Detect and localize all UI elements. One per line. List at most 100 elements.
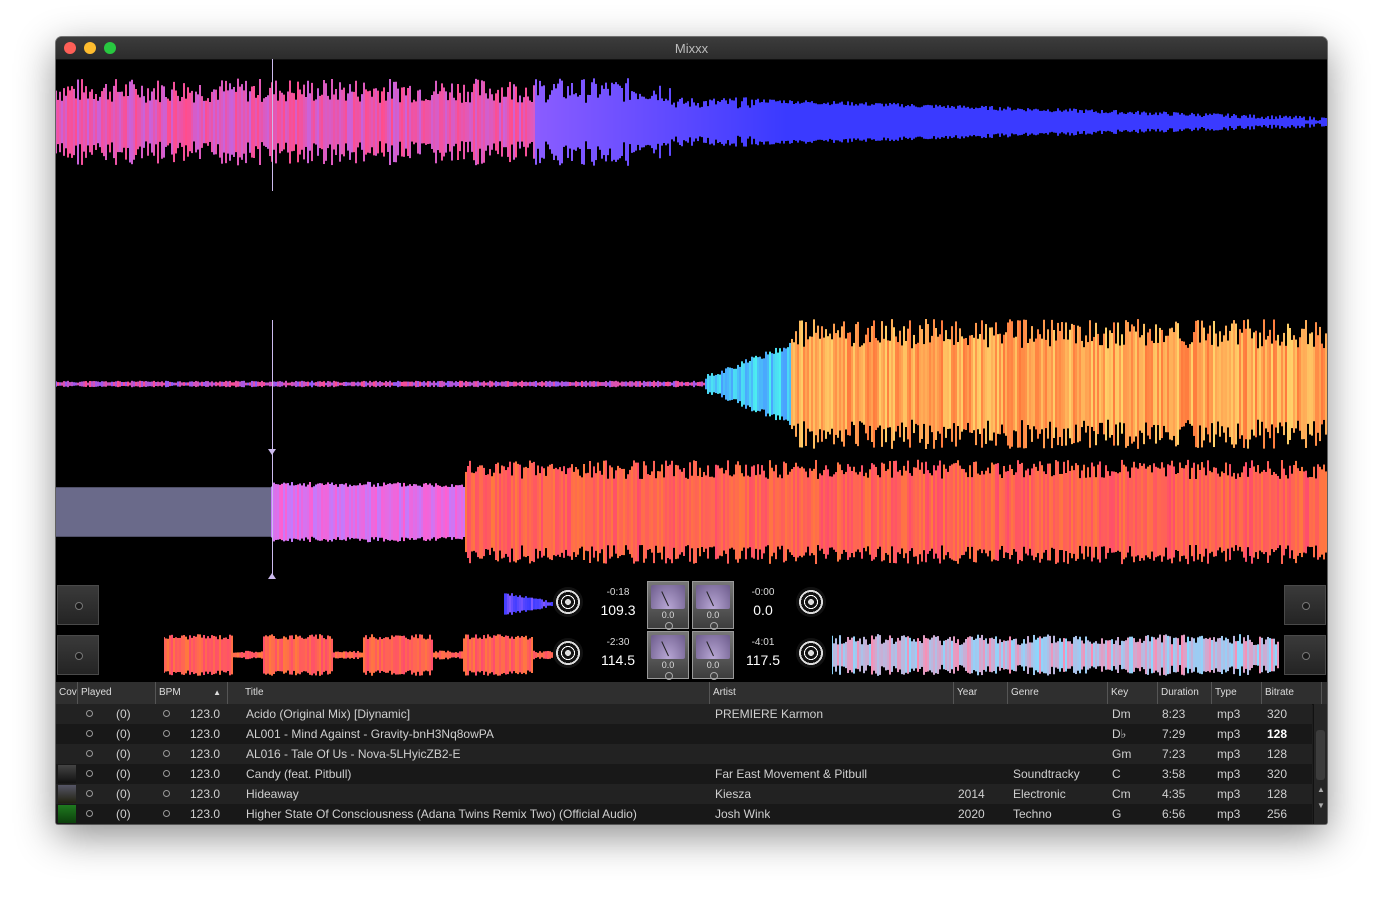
deck3-vu-value: 0.0	[661, 660, 675, 670]
deck1-bpm: 109.3	[600, 602, 636, 618]
column-header-artist[interactable]: Artist	[710, 682, 954, 704]
deck3-overview-waveform[interactable]	[164, 633, 554, 677]
deck3-vinyl-icon[interactable]	[553, 638, 583, 668]
table-row[interactable]: (0) 123.0 AL016 - Tale Of Us - Nova-5LHyic…	[56, 744, 1312, 764]
cell-title: AL001 - Mind Against - Gravity-bnH3Nq8ow…	[246, 727, 494, 741]
played-indicator[interactable]	[86, 770, 93, 777]
deck4-vu-meter: 0.0	[692, 631, 734, 680]
deck1-overview-waveform[interactable]	[504, 585, 554, 623]
deck4-bpm: 117.5	[746, 652, 780, 668]
deck3-bpm: 114.5	[601, 652, 635, 668]
column-header-title[interactable]: Title	[242, 682, 710, 704]
deck4-readout: -4:01 117.5	[738, 637, 788, 668]
column-header-key[interactable]: Key	[1108, 682, 1158, 704]
bpm-lock-indicator[interactable]	[163, 750, 170, 757]
deck1-time: -0:18	[606, 587, 630, 598]
played-indicator[interactable]	[86, 750, 93, 757]
deck3-scrolling-waveform[interactable]	[56, 457, 1327, 567]
cell-played: (0)	[116, 767, 131, 781]
cell-key: Dm	[1112, 707, 1131, 721]
deck3-gain-knob[interactable]	[665, 672, 673, 680]
title-bar: Mixxx	[56, 37, 1327, 60]
deck3-sync-indicator	[75, 652, 83, 660]
deck2-bpm: 0.0	[753, 602, 773, 618]
column-header-cover[interactable]: Cov	[56, 682, 78, 704]
played-indicator[interactable]	[86, 730, 93, 737]
cell-artist: Josh Wink	[715, 807, 771, 821]
deck4-gain-knob[interactable]	[710, 672, 718, 680]
column-header-type[interactable]: Type	[1212, 682, 1262, 704]
deck4-time: -4:01	[751, 637, 775, 648]
deck4-vinyl-icon[interactable]	[796, 638, 826, 668]
deck1-sync-indicator	[75, 602, 83, 610]
deck2-sync-indicator	[1302, 602, 1310, 610]
bpm-lock-indicator[interactable]	[163, 730, 170, 737]
bpm-lock-indicator[interactable]	[163, 710, 170, 717]
cell-duration: 6:56	[1162, 807, 1186, 821]
deck4-vu-value: 0.0	[706, 660, 720, 670]
column-header-genre[interactable]: Genre	[1008, 682, 1108, 704]
played-indicator[interactable]	[86, 710, 93, 717]
scrollbar-thumb[interactable]	[1316, 730, 1325, 780]
cell-key: Gm	[1112, 747, 1132, 761]
cell-bpm: 123.0	[190, 767, 221, 781]
cell-played: (0)	[116, 707, 131, 721]
cell-title: Candy (feat. Pitbull)	[246, 767, 352, 781]
cell-bpm: 123.0	[190, 787, 221, 801]
deck2-playhead	[272, 320, 273, 450]
deck1-gain-knob[interactable]	[665, 622, 673, 630]
table-row[interactable]: (0) 123.0 Acido (Original Mix) [Diynamic] P…	[56, 704, 1312, 724]
library-table: Cov Played BPM ▲ Title Artist Year Genre…	[56, 682, 1327, 824]
column-header-bpm[interactable]: BPM ▲	[156, 682, 228, 704]
deck3-readout: -2:30 114.5	[593, 637, 643, 668]
played-indicator[interactable]	[86, 790, 93, 797]
column-header-year[interactable]: Year	[954, 682, 1008, 704]
table-row[interactable]: (0) 123.0 Hideaway Kiesza 2014 Electronic Cm 4:…	[56, 784, 1312, 804]
cell-artist: Kiesza	[715, 787, 752, 801]
deck4-overview-waveform[interactable]	[832, 633, 1280, 677]
deck3-playhead	[272, 453, 273, 577]
library-scrollbar[interactable]: ▲ ▼	[1313, 704, 1327, 824]
bpm-lock-indicator[interactable]	[163, 770, 170, 777]
library-header: Cov Played BPM ▲ Title Artist Year Genre…	[56, 682, 1327, 705]
cell-bpm: 123.0	[190, 727, 221, 741]
deck2-gain-knob[interactable]	[710, 622, 718, 630]
cell-bitrate: 256	[1267, 807, 1288, 821]
scroll-down-icon[interactable]: ▼	[1315, 800, 1327, 812]
deck1-vu-value: 0.0	[661, 610, 675, 620]
cell-year: 2014	[958, 787, 985, 801]
scroll-up-icon[interactable]: ▲	[1315, 784, 1327, 796]
cell-key: Cm	[1112, 787, 1131, 801]
deck3-vu-meter: 0.0	[647, 631, 689, 680]
cell-duration: 8:23	[1162, 707, 1186, 721]
column-header-bpm-label: BPM	[159, 687, 181, 698]
played-indicator[interactable]	[86, 810, 93, 817]
deck3-sync-button[interactable]	[57, 635, 99, 675]
deck1-vinyl-icon[interactable]	[553, 587, 583, 617]
column-header-bitrate[interactable]: Bitrate	[1262, 682, 1322, 704]
bpm-lock-indicator[interactable]	[163, 790, 170, 797]
bpm-lock-indicator[interactable]	[163, 810, 170, 817]
deck3-marker-top	[268, 449, 276, 455]
table-row[interactable]: (0) 123.0 Higher State Of Consciousness (A…	[56, 804, 1312, 824]
cell-duration: 7:29	[1162, 727, 1186, 741]
cell-title: Acido (Original Mix) [Diynamic]	[246, 707, 411, 721]
deck3-time: -2:30	[606, 637, 630, 648]
cell-key: G	[1112, 807, 1122, 821]
deck2-scrolling-waveform[interactable]	[56, 319, 1327, 449]
column-header-duration[interactable]: Duration	[1158, 682, 1212, 704]
cell-bpm: 123.0	[190, 747, 221, 761]
deck2-vinyl-icon[interactable]	[796, 587, 826, 617]
table-row[interactable]: (0) 123.0 AL001 - Mind Against - Gravity-b…	[56, 724, 1312, 744]
column-header-played[interactable]: Played	[78, 682, 156, 704]
cell-bitrate: 128	[1267, 727, 1288, 741]
deck1-readout: -0:18 109.3	[593, 587, 643, 618]
cell-title: Hideaway	[246, 787, 299, 801]
deck4-sync-button[interactable]	[1284, 635, 1326, 675]
cover-art-thumbnail	[58, 805, 76, 823]
deck1-scrolling-waveform[interactable]	[56, 67, 1327, 177]
deck2-sync-button[interactable]	[1284, 585, 1326, 625]
deck1-sync-button[interactable]	[57, 585, 99, 625]
table-row[interactable]: (0) 123.0 Candy (feat. Pitbull) Far East Mo…	[56, 764, 1312, 784]
deck4-sync-indicator	[1302, 652, 1310, 660]
